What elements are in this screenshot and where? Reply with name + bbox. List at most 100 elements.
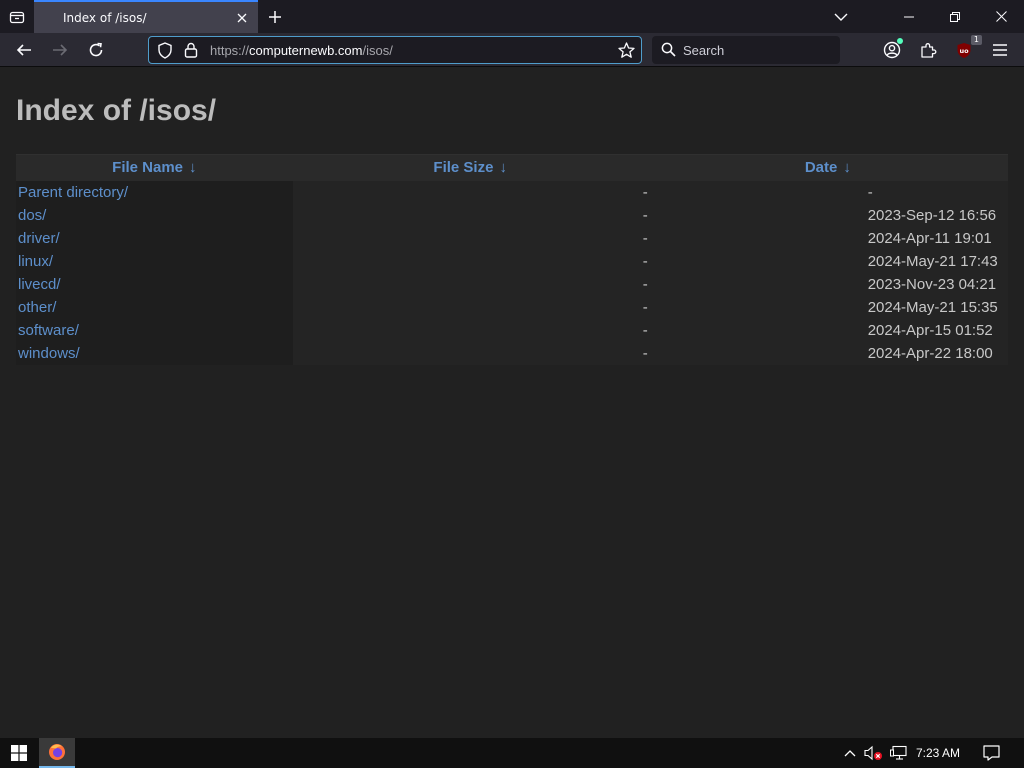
action-center-button[interactable] xyxy=(982,745,1000,761)
svg-text:uo: uo xyxy=(959,47,969,55)
minimize-button[interactable] xyxy=(886,0,932,33)
tab-list-icon xyxy=(9,11,25,24)
plus-icon xyxy=(269,11,281,23)
reload-button[interactable] xyxy=(84,38,108,62)
tab-strip: Index of /isos/ xyxy=(0,0,1024,33)
sort-arrow-icon: ↓ xyxy=(499,159,507,177)
page-content: Index of /isos/ File Name ↓ File Size ↓ Da… xyxy=(0,68,1024,738)
close-icon xyxy=(237,13,247,23)
volume-button[interactable] xyxy=(864,745,884,761)
chevron-down-icon xyxy=(834,13,848,21)
table-row: linux/ - 2024-May-21 17:43 xyxy=(16,249,1008,273)
account-status-dot xyxy=(897,38,903,44)
file-size-value: - xyxy=(642,321,648,339)
tab-list-button[interactable] xyxy=(6,6,28,28)
taskbar-clock[interactable]: 7:23 AM xyxy=(916,746,960,760)
reload-icon xyxy=(89,42,103,57)
tab-title: Index of /isos/ xyxy=(63,11,147,25)
chevron-up-icon xyxy=(844,750,856,757)
windows-logo-icon xyxy=(11,745,27,761)
file-size-value: - xyxy=(642,275,648,293)
list-all-tabs-button[interactable] xyxy=(818,0,864,33)
table-row: windows/ - 2024-Apr-22 18:00 xyxy=(16,341,1008,365)
table-header-row: File Name ↓ File Size ↓ Date ↓ xyxy=(16,154,1008,181)
close-icon xyxy=(995,11,1007,22)
arrow-right-icon xyxy=(53,44,68,56)
taskbar: 7:23 AM xyxy=(0,738,1024,768)
shield-icon[interactable] xyxy=(157,42,173,59)
bookmark-star-icon[interactable] xyxy=(618,42,635,59)
directory-listing-table: File Name ↓ File Size ↓ Date ↓ Parent direc… xyxy=(16,154,1008,365)
search-bar[interactable]: Search xyxy=(652,36,840,64)
file-size-value: - xyxy=(642,344,648,362)
table-row: Parent directory/ - - xyxy=(16,180,1008,204)
table-row: other/ - 2024-May-21 15:35 xyxy=(16,295,1008,319)
directory-link[interactable]: Parent directory/ xyxy=(18,184,128,201)
table-row: driver/ - 2024-Apr-11 19:01 xyxy=(16,226,1008,250)
network-icon xyxy=(890,745,907,760)
notification-icon xyxy=(982,745,1000,761)
column-header-label: File Size xyxy=(433,159,494,177)
column-header-date[interactable]: Date ↓ xyxy=(647,154,1008,181)
sort-arrow-icon: ↓ xyxy=(189,159,197,177)
url-host: computernewb.com xyxy=(249,43,363,58)
volume-muted-icon xyxy=(864,745,882,761)
url-path: /isos/ xyxy=(362,43,393,58)
directory-link[interactable]: software/ xyxy=(18,322,79,339)
lock-icon[interactable] xyxy=(184,42,198,58)
date-value: 2023-Sep-12 16:56 xyxy=(867,206,997,224)
directory-link[interactable]: other/ xyxy=(18,299,56,316)
new-tab-button[interactable] xyxy=(264,6,286,28)
ublock-extension-button[interactable]: uo 1 xyxy=(952,35,982,62)
table-row: livecd/ - 2023-Nov-23 04:21 xyxy=(16,272,1008,296)
directory-link[interactable]: windows/ xyxy=(18,345,80,362)
table-row: software/ - 2024-Apr-15 01:52 xyxy=(16,318,1008,342)
address-bar[interactable]: https://computernewb.com/isos/ xyxy=(148,36,642,64)
date-value: 2024-Apr-15 01:52 xyxy=(867,321,993,339)
column-header-label: Date xyxy=(804,159,838,177)
taskbar-firefox-button[interactable] xyxy=(39,738,75,768)
directory-link[interactable]: linux/ xyxy=(18,253,53,270)
column-header-file-name[interactable]: File Name ↓ xyxy=(16,154,293,181)
date-value: 2024-May-21 15:35 xyxy=(867,298,998,316)
file-size-value: - xyxy=(642,206,648,224)
directory-link[interactable]: dos/ xyxy=(18,207,46,224)
url-text[interactable]: https://computernewb.com/isos/ xyxy=(210,43,393,58)
date-value: 2024-Apr-22 18:00 xyxy=(867,344,993,362)
show-hidden-icons-button[interactable] xyxy=(842,745,858,761)
puzzle-icon xyxy=(920,42,936,58)
tab-close-button[interactable] xyxy=(234,10,250,26)
search-placeholder: Search xyxy=(683,43,725,58)
search-icon xyxy=(661,42,676,57)
restore-button[interactable] xyxy=(932,0,978,33)
date-value: 2024-Apr-11 19:01 xyxy=(867,229,992,247)
url-scheme: https:// xyxy=(210,43,250,58)
date-value: 2023-Nov-23 04:21 xyxy=(867,275,997,293)
navigation-toolbar: https://computernewb.com/isos/ Search uo… xyxy=(0,33,1024,67)
hamburger-menu-icon xyxy=(993,44,1007,56)
ublock-shield-icon: uo xyxy=(957,42,971,58)
column-header-file-size[interactable]: File Size ↓ xyxy=(292,154,648,181)
date-value: 2024-May-21 17:43 xyxy=(867,252,998,270)
firefox-icon xyxy=(49,744,65,760)
minimize-icon xyxy=(904,16,914,17)
sort-arrow-icon: ↓ xyxy=(843,159,851,177)
back-button[interactable] xyxy=(12,38,36,62)
file-size-value: - xyxy=(642,298,648,316)
network-button[interactable] xyxy=(890,745,908,761)
forward-button[interactable] xyxy=(48,38,72,62)
column-header-label: File Name xyxy=(112,159,184,177)
tab-active[interactable]: Index of /isos/ xyxy=(34,0,258,33)
arrow-left-icon xyxy=(16,44,31,56)
start-button[interactable] xyxy=(0,738,38,768)
file-size-value: - xyxy=(642,252,648,270)
page-title: Index of /isos/ xyxy=(16,94,217,127)
account-button[interactable] xyxy=(880,38,904,62)
window-close-button[interactable] xyxy=(978,0,1024,33)
directory-link[interactable]: livecd/ xyxy=(18,276,61,293)
extensions-button[interactable] xyxy=(916,38,940,62)
ublock-count-badge: 1 xyxy=(970,35,982,45)
app-menu-button[interactable] xyxy=(988,38,1012,62)
restore-icon xyxy=(950,11,960,22)
directory-link[interactable]: driver/ xyxy=(18,230,60,247)
